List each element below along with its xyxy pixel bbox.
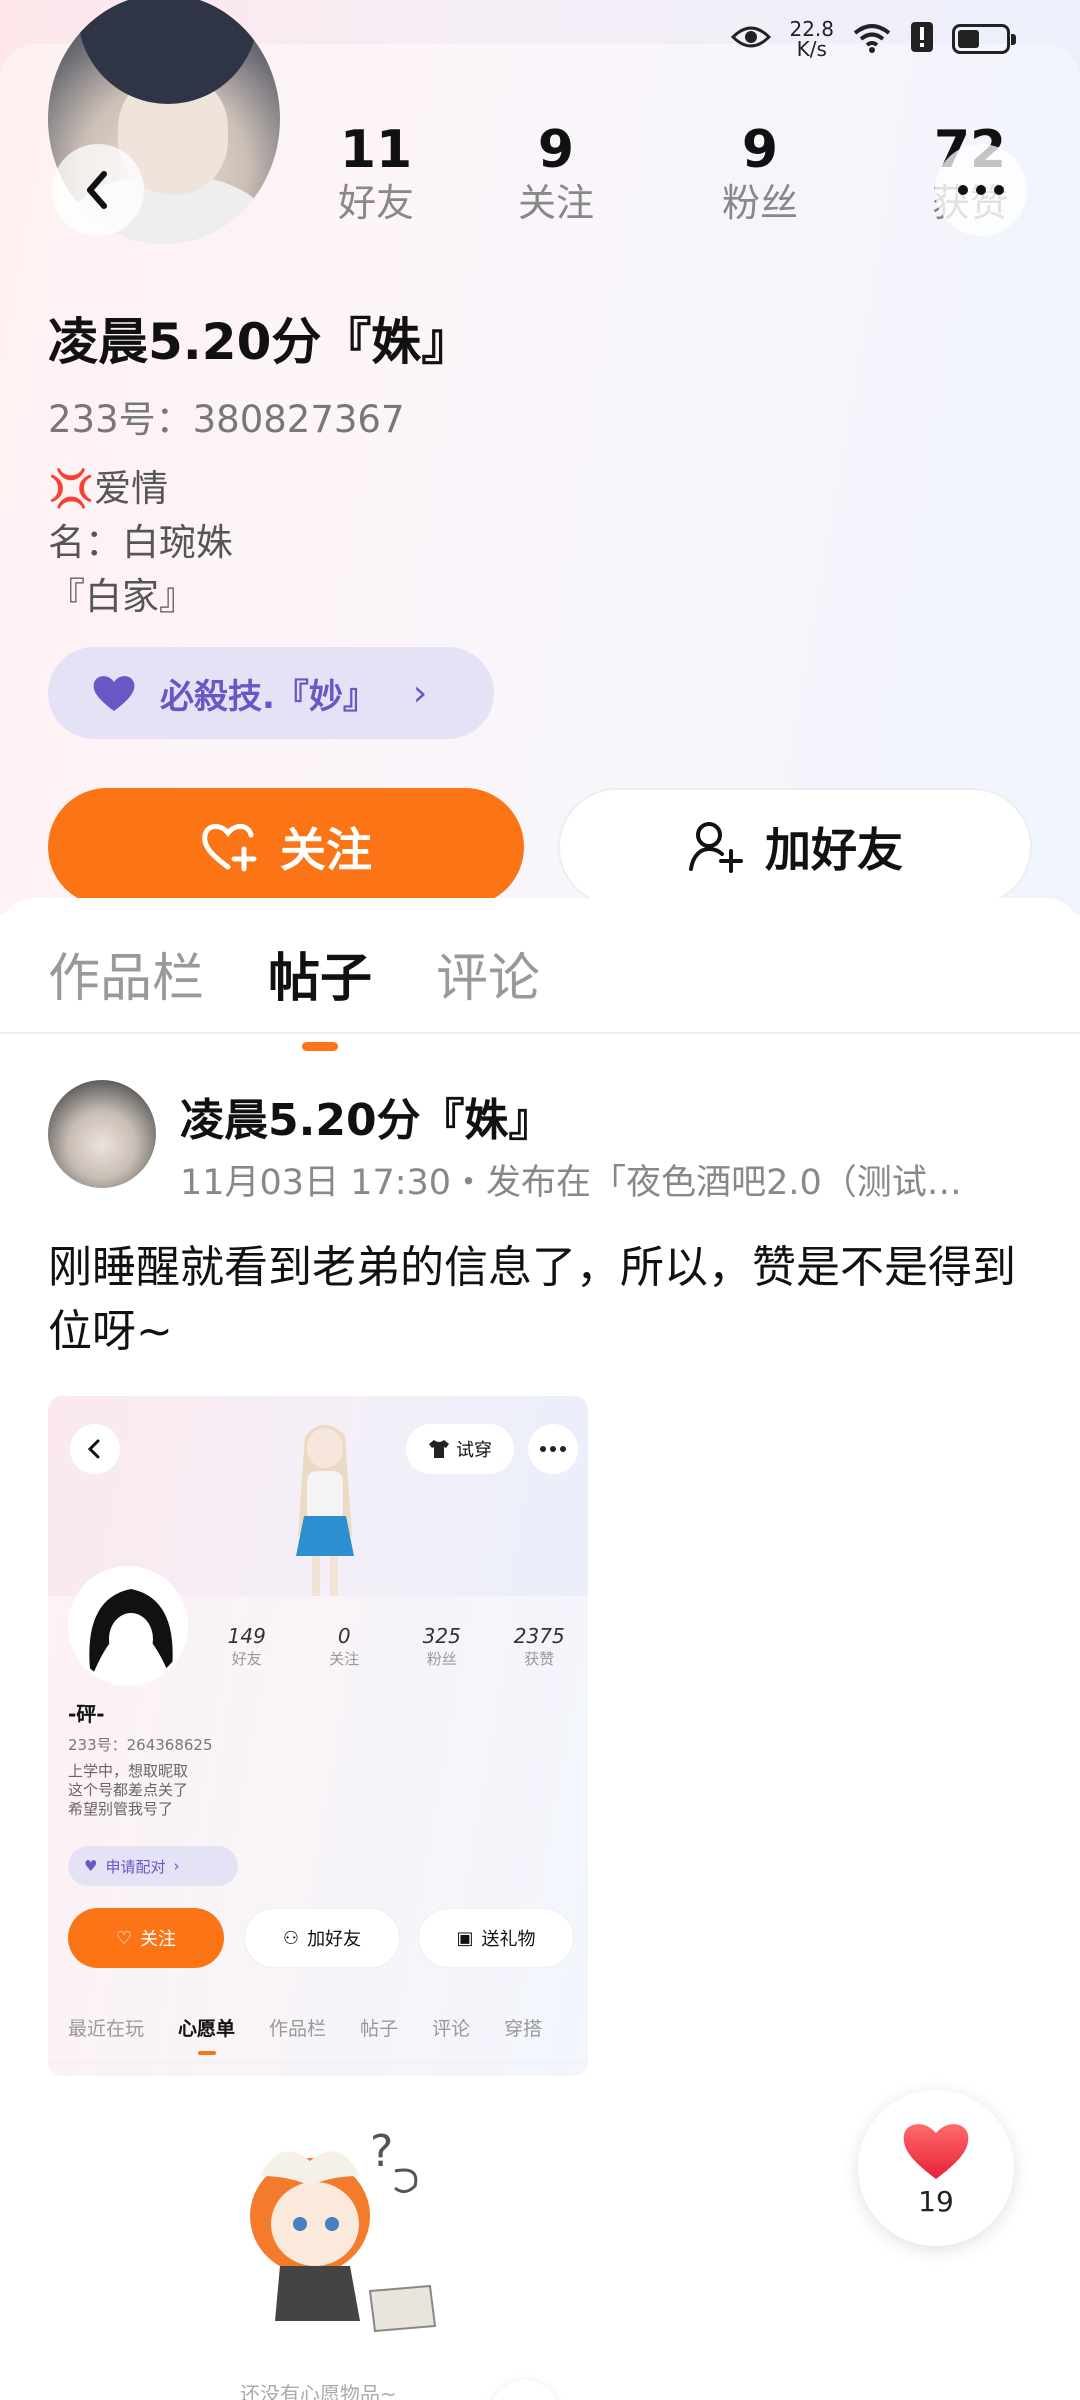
wishlist-empty-text: 还没有心愿物品~ (240, 2382, 397, 2400)
more-icon (528, 1424, 578, 1474)
post-author-avatar[interactable] (48, 1080, 156, 1188)
more-dots-icon (958, 185, 968, 195)
user-id: 233号：380827367 (48, 398, 405, 441)
username: 凌晨5.20分『姝』 (48, 313, 472, 371)
network-speed: 22.8 K/s (789, 19, 834, 59)
screenshot-avatar (68, 1566, 188, 1686)
add-friend-button[interactable]: 加好友 (558, 788, 1032, 906)
tab-comments[interactable]: 评论 (436, 936, 540, 1011)
heart-plus-icon: ♡ (115, 1927, 133, 1949)
user-bio: 💢爱情 名：白琬姝 『白家』 (48, 467, 233, 618)
follow-button[interactable]: 关注 (48, 788, 524, 906)
like-button[interactable]: 19 (858, 2090, 1014, 2246)
post-image[interactable]: 试穿 149 好友 0 关注 325 粉丝 2375 获赞 -砰- 233号：26436… (48, 1396, 588, 2076)
shirt-icon (429, 1440, 449, 1458)
screenshot-tabs: 最近在玩 心愿单 作品栏 帖子 评论 穿搭 (68, 2014, 542, 2055)
screenshot-uid: 233号：264368625 (68, 1736, 213, 1754)
stat-number: 9 (741, 120, 779, 180)
eye-icon (731, 23, 772, 55)
mascot-illustration: ? (250, 2126, 437, 2333)
stat-friends[interactable]: 11 好友 (306, 122, 446, 228)
stat-number: 9 (537, 120, 575, 180)
skill-label: 必殺技.『妙』 (160, 676, 377, 717)
follow-label: 关注 (280, 823, 372, 877)
svg-text:?: ? (370, 2126, 393, 2177)
stat-following[interactable]: 9 关注 (486, 122, 626, 228)
profile-tabs: 作品栏 帖子 评论 (48, 936, 540, 1051)
post-text[interactable]: 刚睡醒就看到老弟的信息了，所以，赞是不是得到位呀~ (48, 1236, 1038, 1364)
skill-pill[interactable]: 必殺技.『妙』 › (48, 647, 494, 739)
chevron-right-icon: › (412, 672, 428, 714)
screenshot-bio: 上学中，想取昵取 这个号都差点关了 希望别管我号了 (68, 1762, 189, 1818)
like-count: 19 (918, 2184, 954, 2218)
screenshot-add-friend: ⚇ 加好友 (244, 1908, 400, 1968)
try-on-label: 试穿 (456, 1440, 492, 1461)
tab-posts[interactable]: 帖子 (268, 936, 372, 1051)
chevron-left-icon (87, 171, 107, 209)
stat-followers[interactable]: 9 粉丝 (690, 122, 830, 228)
heart-plus-icon (202, 824, 257, 872)
screenshot-pill: ♥ 申请配对 › (68, 1846, 238, 1886)
alert-icon (910, 21, 934, 57)
stat-label: 关注 (517, 181, 594, 225)
status-bar: 22.8 K/s (731, 14, 1016, 64)
wifi-icon (852, 21, 892, 57)
heart-icon: ♥ (84, 1857, 98, 1875)
stat-label: 好友 (337, 181, 414, 225)
add-user-icon: ⚇ (282, 1927, 300, 1949)
screenshot-gift: ▣ 送礼物 (418, 1908, 574, 1968)
battery-icon (952, 24, 1016, 54)
screenshot-stats: 149 好友 0 关注 325 粉丝 2375 获赞 (227, 1624, 565, 1668)
screenshot-username: -砰- (68, 1702, 105, 1726)
gift-icon: ▣ (456, 1927, 474, 1949)
profile-header: 11 好友 9 关注 9 粉丝 72 获赞 凌晨5.20分『姝』 233号：38… (0, 0, 1080, 914)
content-area: 作品栏 帖子 评论 凌晨5.20分『姝』 11月03日 17:30・发布在「夜色… (0, 898, 1080, 2400)
heart-icon (93, 676, 135, 711)
screenshot-follow: ♡ 关注 (68, 1908, 224, 1968)
back-icon (70, 1424, 120, 1474)
post-meta[interactable]: 11月03日 17:30・发布在「夜色酒吧2.0（测试… (180, 1154, 1060, 1205)
floating-circle[interactable] (490, 2380, 560, 2400)
stat-label: 粉丝 (721, 181, 798, 225)
more-button[interactable] (935, 144, 1027, 236)
avatar-figure (296, 1425, 354, 1596)
stat-number: 11 (339, 120, 413, 180)
heart-icon (903, 2123, 969, 2179)
network-speed-unit: K/s (796, 37, 827, 61)
back-button[interactable] (52, 144, 144, 236)
add-user-icon (689, 822, 743, 873)
add-friend-label: 加好友 (765, 823, 903, 877)
post-author-name[interactable]: 凌晨5.20分『姝』 (180, 1084, 553, 1148)
divider (0, 1032, 1080, 1034)
try-on-chip: 试穿 (406, 1424, 514, 1474)
tab-works[interactable]: 作品栏 (48, 936, 204, 1011)
